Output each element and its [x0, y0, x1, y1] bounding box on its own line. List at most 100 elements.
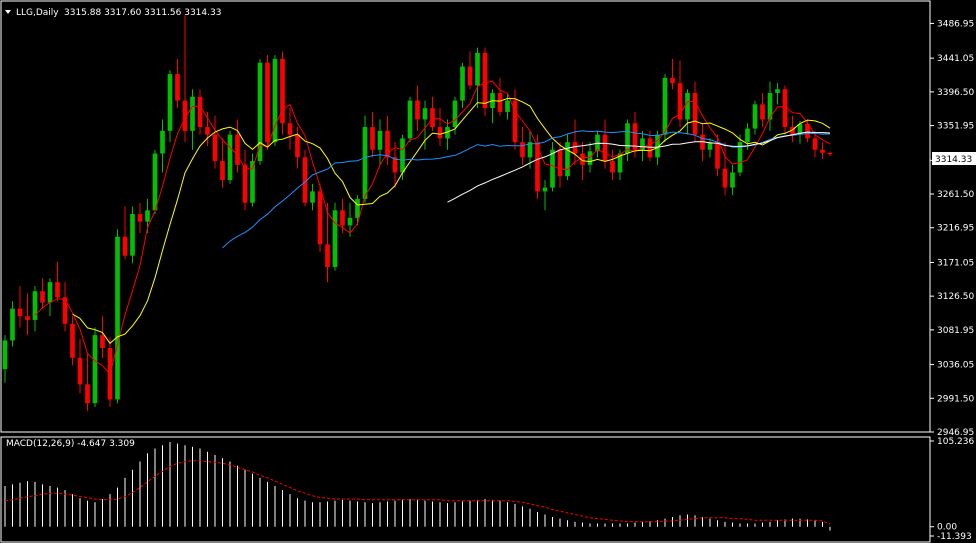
- candle-body: [2, 340, 8, 370]
- candle-body: [685, 93, 690, 120]
- candle-body: [827, 152, 833, 155]
- price-tick-label: 3441.05: [937, 54, 974, 64]
- candle-body: [820, 149, 825, 153]
- candle-body: [160, 130, 165, 154]
- candle-body: [100, 335, 105, 348]
- candle-body: [92, 335, 98, 404]
- current-price-tag: 3314.33: [932, 152, 976, 165]
- candle-body: [752, 104, 758, 129]
- candle-body: [332, 210, 338, 268]
- candle-body: [295, 134, 300, 158]
- candle-body: [377, 130, 383, 150]
- candle-body: [572, 142, 578, 154]
- candle-body: [557, 149, 563, 177]
- candle-body: [497, 93, 503, 112]
- candle-body: [85, 384, 90, 404]
- candle-body: [745, 128, 750, 143]
- candle-body: [670, 77, 675, 84]
- candle-body: [62, 297, 68, 324]
- candle-body: [475, 52, 480, 86]
- candle-body: [145, 210, 150, 222]
- candle-body: [542, 187, 548, 192]
- candle-body: [310, 191, 315, 203]
- candle-body: [10, 308, 15, 341]
- candle-body: [197, 96, 203, 128]
- candle-body: [55, 282, 60, 298]
- candle-body: [25, 316, 30, 320]
- candle-body: [227, 134, 233, 181]
- candle-body: [647, 138, 653, 158]
- price-tick-label: 3216.95: [937, 224, 974, 234]
- candle-body: [355, 198, 360, 218]
- ohlc-readout: 3315.88 3317.60 3311.56 3314.33: [64, 8, 221, 18]
- candle-body: [137, 214, 143, 222]
- candle-body: [722, 168, 728, 188]
- candle-body: [347, 217, 353, 226]
- price-tick-label: 3081.95: [937, 326, 974, 336]
- candle-body: [565, 142, 570, 177]
- candle-body: [602, 134, 608, 162]
- macd-label: MACD(12,26,9) -4.647 3.309: [6, 439, 135, 449]
- price-tick-label: 3351.95: [937, 122, 974, 132]
- candle-body: [730, 172, 735, 188]
- macd-tick-label: -11.393: [937, 532, 972, 542]
- candle-body: [325, 244, 330, 268]
- candle-body: [692, 93, 698, 135]
- price-tick-label: 3126.50: [937, 292, 974, 302]
- current-price-label: 3314.33: [935, 155, 972, 165]
- candle-body: [370, 127, 375, 150]
- candle-body: [430, 108, 435, 128]
- candle-body: [190, 96, 195, 131]
- candle-body: [467, 66, 473, 86]
- candle-body: [362, 127, 368, 199]
- candle-body: [47, 282, 53, 303]
- candle-body: [77, 357, 83, 385]
- price-tick-label: 3171.05: [937, 258, 974, 268]
- candle-body: [152, 153, 158, 211]
- candle-body: [812, 138, 818, 150]
- candle-body: [175, 74, 180, 101]
- candle-body: [265, 62, 270, 143]
- candle-body: [167, 74, 173, 131]
- candle-body: [482, 52, 488, 109]
- candle-body: [662, 77, 668, 135]
- candle-body: [212, 134, 218, 162]
- candle-body: [340, 210, 345, 226]
- chart-header: LLG,Daily 3315.88 3317.60 3311.56 3314.3…: [5, 8, 221, 18]
- candle-body: [242, 164, 248, 203]
- candle-body: [452, 100, 458, 128]
- price-tick-label: 2991.50: [937, 394, 974, 404]
- candle-body: [505, 100, 510, 112]
- candle-body: [130, 214, 135, 256]
- candle-body: [400, 138, 405, 173]
- candle-body: [775, 89, 780, 94]
- macd-tick-label: 105.236: [937, 437, 974, 447]
- chart-canvas: 3486.953441.053396.503351.953306.053261.…: [0, 0, 976, 543]
- price-tick-label: 3261.50: [937, 190, 974, 200]
- symbol-label: LLG,Daily: [16, 8, 59, 18]
- candle-body: [287, 123, 293, 135]
- candle-body: [760, 104, 765, 120]
- candle-body: [520, 142, 525, 158]
- candle-body: [235, 134, 240, 165]
- candle-body: [122, 236, 128, 256]
- price-tick-label: 3036.05: [937, 361, 974, 371]
- candle-body: [40, 291, 45, 303]
- candle-body: [205, 127, 210, 135]
- candle-body: [17, 308, 23, 317]
- candle-body: [610, 161, 615, 173]
- candle-body: [437, 127, 443, 139]
- candle-body: [220, 161, 225, 181]
- price-tick-label: 3486.95: [937, 19, 974, 29]
- candle-body: [407, 100, 413, 139]
- candle-body: [32, 291, 38, 320]
- candle-body: [715, 142, 720, 169]
- candle-body: [550, 149, 555, 188]
- candle-body: [115, 236, 120, 400]
- candle-body: [422, 108, 428, 120]
- candle-body: [317, 191, 323, 245]
- candle-body: [415, 100, 420, 120]
- candle-body: [460, 66, 465, 101]
- candle-body: [70, 323, 75, 358]
- price-tick-label: 3396.50: [937, 88, 974, 98]
